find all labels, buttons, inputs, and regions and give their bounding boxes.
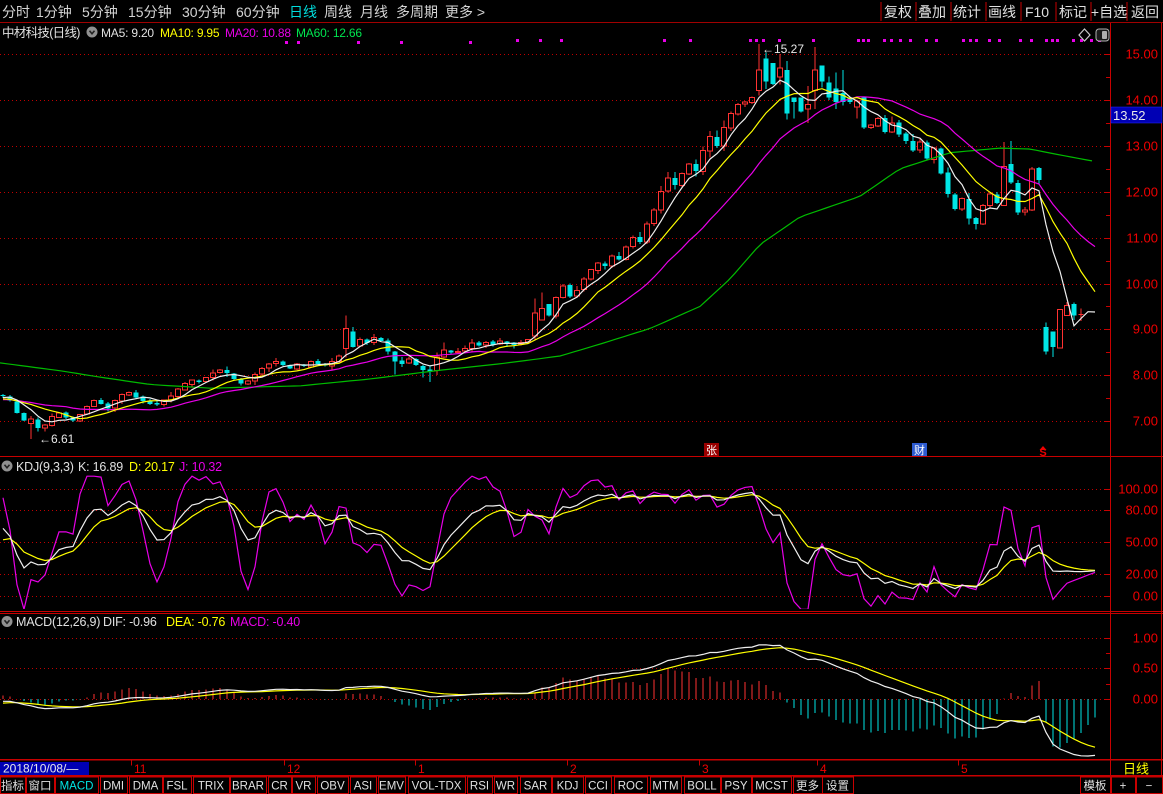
svg-text:15.00: 15.00 bbox=[1125, 47, 1158, 62]
svg-text:DIF: -0.96: DIF: -0.96 bbox=[103, 615, 157, 629]
svg-text:标记: 标记 bbox=[1059, 4, 1087, 20]
svg-text:10.00: 10.00 bbox=[1125, 277, 1158, 292]
svg-text:+自选: +自选 bbox=[1091, 4, 1127, 20]
svg-text:SAR: SAR bbox=[524, 781, 548, 793]
svg-text:VR: VR bbox=[296, 781, 312, 793]
svg-text:60分钟: 60分钟 bbox=[236, 4, 280, 20]
svg-text:9.00: 9.00 bbox=[1133, 322, 1158, 337]
svg-text:8.00: 8.00 bbox=[1133, 368, 1158, 383]
svg-text:DMI: DMI bbox=[103, 781, 124, 793]
svg-text:50.00: 50.00 bbox=[1125, 535, 1158, 550]
svg-text:7.00: 7.00 bbox=[1133, 414, 1158, 429]
svg-text:BRAR: BRAR bbox=[232, 781, 264, 793]
svg-text:0.00: 0.00 bbox=[1133, 589, 1158, 604]
svg-text:窗口: 窗口 bbox=[29, 779, 52, 793]
svg-text:DMA: DMA bbox=[133, 781, 159, 793]
svg-text:MACD(12,26,9): MACD(12,26,9) bbox=[16, 615, 100, 629]
svg-text:DEA: -0.76: DEA: -0.76 bbox=[166, 615, 225, 629]
svg-text:返回: 返回 bbox=[1131, 4, 1159, 20]
svg-text:5: 5 bbox=[961, 762, 968, 776]
svg-text:FSL: FSL bbox=[166, 781, 188, 793]
svg-text:MA20: 10.88: MA20: 10.88 bbox=[225, 26, 291, 40]
svg-text:张: 张 bbox=[706, 444, 717, 457]
svg-text:14.00: 14.00 bbox=[1125, 93, 1158, 108]
svg-text:2018/10/08/—: 2018/10/08/— bbox=[3, 762, 78, 776]
svg-text:←15.27: ←15.27 bbox=[762, 42, 804, 56]
svg-text:0.50: 0.50 bbox=[1133, 661, 1158, 676]
svg-text:CCI: CCI bbox=[588, 781, 608, 793]
svg-text:30分钟: 30分钟 bbox=[182, 4, 226, 20]
svg-text:1分钟: 1分钟 bbox=[36, 4, 72, 20]
svg-text:4: 4 bbox=[820, 762, 827, 776]
svg-text:11.00: 11.00 bbox=[1126, 231, 1158, 246]
svg-text:3: 3 bbox=[702, 762, 709, 776]
svg-text:+: + bbox=[1120, 781, 1127, 793]
svg-text:TRIX: TRIX bbox=[198, 781, 225, 793]
svg-text:WR: WR bbox=[496, 781, 515, 793]
svg-text:5分钟: 5分钟 bbox=[82, 4, 118, 20]
svg-text:80.00: 80.00 bbox=[1125, 503, 1158, 518]
svg-text:15分钟: 15分钟 bbox=[128, 4, 172, 20]
svg-text:更多: 更多 bbox=[796, 779, 819, 793]
svg-text:−: − bbox=[1146, 781, 1153, 793]
svg-text:CR: CR bbox=[271, 781, 288, 793]
svg-text:月线: 月线 bbox=[360, 4, 388, 20]
svg-text:更多 >: 更多 > bbox=[445, 4, 485, 20]
svg-text:中材科技(日线): 中材科技(日线) bbox=[2, 25, 80, 40]
svg-text:VOL-TDX: VOL-TDX bbox=[412, 781, 462, 793]
svg-text:←6.61: ←6.61 bbox=[39, 432, 75, 446]
svg-text:复权: 复权 bbox=[884, 4, 912, 20]
svg-text:叠加: 叠加 bbox=[918, 4, 946, 20]
svg-text:OBV: OBV bbox=[320, 781, 345, 793]
svg-text:13.52: 13.52 bbox=[1113, 108, 1146, 123]
svg-text:J: 10.32: J: 10.32 bbox=[179, 460, 222, 474]
svg-text:MCST: MCST bbox=[755, 781, 788, 793]
svg-text:日线: 日线 bbox=[289, 4, 317, 20]
svg-text:财: 财 bbox=[914, 443, 925, 457]
svg-text:MA60: 12.66: MA60: 12.66 bbox=[296, 26, 362, 40]
svg-text:K: 16.89: K: 16.89 bbox=[78, 460, 123, 474]
svg-text:12: 12 bbox=[287, 762, 301, 776]
svg-text:PSY: PSY bbox=[724, 781, 747, 793]
svg-text:设置: 设置 bbox=[826, 780, 849, 793]
svg-text:13.00: 13.00 bbox=[1125, 139, 1158, 154]
svg-text:MA10: 9.95: MA10: 9.95 bbox=[160, 26, 220, 40]
svg-text:RSI: RSI bbox=[470, 781, 489, 793]
svg-text:指标: 指标 bbox=[1, 779, 24, 793]
svg-text:F10: F10 bbox=[1025, 4, 1049, 20]
svg-text:1.00: 1.00 bbox=[1133, 631, 1158, 646]
svg-text:100.00: 100.00 bbox=[1118, 482, 1158, 497]
svg-text:MACD: -0.40: MACD: -0.40 bbox=[230, 615, 300, 629]
svg-text:模板: 模板 bbox=[1084, 779, 1107, 793]
svg-text:1: 1 bbox=[418, 762, 425, 776]
svg-text:多周期: 多周期 bbox=[396, 4, 438, 20]
svg-text:ASI: ASI bbox=[354, 781, 373, 793]
svg-text:2: 2 bbox=[570, 762, 577, 776]
svg-text:画线: 画线 bbox=[988, 4, 1016, 20]
svg-text:EMV: EMV bbox=[379, 781, 404, 793]
svg-text:11: 11 bbox=[134, 762, 147, 776]
svg-text:0.00: 0.00 bbox=[1133, 692, 1158, 707]
svg-text:日线: 日线 bbox=[1123, 762, 1149, 777]
svg-text:ROC: ROC bbox=[618, 781, 644, 793]
svg-text:分时: 分时 bbox=[2, 4, 30, 20]
svg-text:20.00: 20.00 bbox=[1125, 567, 1158, 582]
svg-text:MA5: 9.20: MA5: 9.20 bbox=[101, 26, 154, 40]
svg-text:12.00: 12.00 bbox=[1125, 185, 1158, 200]
svg-text:KDJ(9,3,3): KDJ(9,3,3) bbox=[16, 460, 74, 474]
svg-text:统计: 统计 bbox=[953, 4, 981, 20]
svg-text:D: 20.17: D: 20.17 bbox=[129, 460, 175, 474]
svg-text:KDJ: KDJ bbox=[557, 781, 579, 793]
svg-text:MTM: MTM bbox=[652, 781, 678, 793]
svg-text:周线: 周线 bbox=[324, 4, 352, 20]
svg-text:BOLL: BOLL bbox=[687, 781, 717, 793]
svg-text:MACD: MACD bbox=[60, 781, 94, 793]
